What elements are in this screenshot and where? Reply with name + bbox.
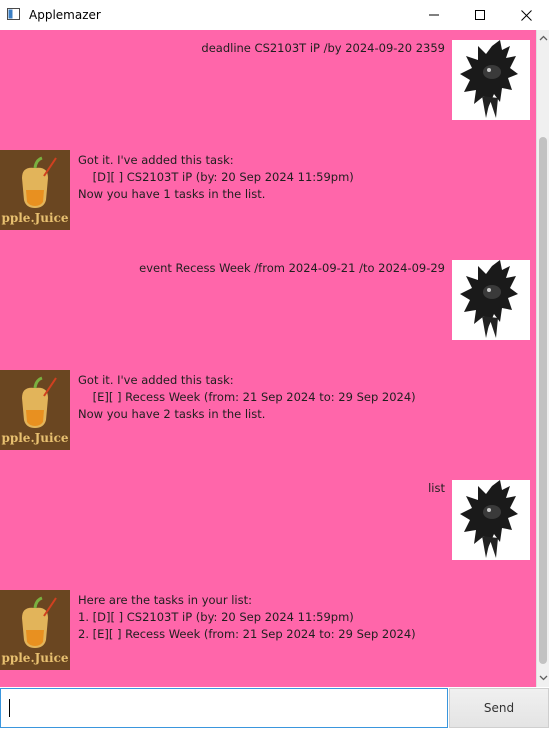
close-button[interactable] xyxy=(503,0,549,30)
user-avatar xyxy=(452,40,530,120)
bot-message: Got it. I've added this task: [D][ ] CS2… xyxy=(78,153,354,201)
close-icon xyxy=(520,9,532,21)
maximize-icon xyxy=(475,10,485,20)
scroll-down-arrow-icon[interactable] xyxy=(539,673,548,682)
user-message: event Recess Week /from 2024-09-21 /to 2… xyxy=(139,261,445,275)
text-cursor xyxy=(9,699,10,717)
message-input[interactable] xyxy=(0,688,448,728)
svg-text:pple.Juice: pple.Juice xyxy=(1,651,68,665)
bot-message: Here are the tasks in your list: 1. [D][… xyxy=(78,593,416,641)
bot-avatar: pple.Juice xyxy=(0,590,70,670)
user-avatar-image xyxy=(452,480,530,560)
user-message: list xyxy=(428,481,445,495)
user-avatar-image xyxy=(452,40,530,120)
apple-juice-logo-icon: pple.Juice xyxy=(0,370,70,450)
bot-avatar: pple.Juice xyxy=(0,370,70,450)
bot-message: Got it. I've added this task: [E][ ] Rec… xyxy=(78,373,416,421)
maximize-button[interactable] xyxy=(457,0,503,30)
scroll-up-arrow-icon[interactable] xyxy=(539,34,548,43)
title-bar: Applemazer xyxy=(0,0,549,30)
apple-juice-logo-icon: pple.Juice xyxy=(0,590,70,670)
input-row: Send xyxy=(0,687,549,729)
apple-juice-logo-icon: pple.Juice xyxy=(0,150,70,230)
user-avatar xyxy=(452,480,530,560)
user-avatar-image xyxy=(452,260,530,340)
scrollbar-thumb[interactable] xyxy=(539,137,547,664)
bot-avatar: pple.Juice xyxy=(0,150,70,230)
svg-text:pple.Juice: pple.Juice xyxy=(1,211,68,225)
send-button[interactable]: Send xyxy=(449,688,549,728)
svg-text:pple.Juice: pple.Juice xyxy=(1,431,68,445)
user-message: deadline CS2103T iP /by 2024-09-20 2359 xyxy=(201,41,445,55)
window-title: Applemazer xyxy=(29,8,101,22)
minimize-button[interactable] xyxy=(411,0,457,30)
user-avatar xyxy=(452,260,530,340)
minimize-icon xyxy=(429,14,439,16)
chat-dialog-area[interactable]: deadline CS2103T iP /by 2024-09-20 2359 … xyxy=(0,30,536,687)
app-icon xyxy=(7,8,20,20)
vertical-scrollbar[interactable] xyxy=(536,30,549,687)
app-window: Applemazer deadline CS2103T iP /by 2024-… xyxy=(0,0,549,729)
